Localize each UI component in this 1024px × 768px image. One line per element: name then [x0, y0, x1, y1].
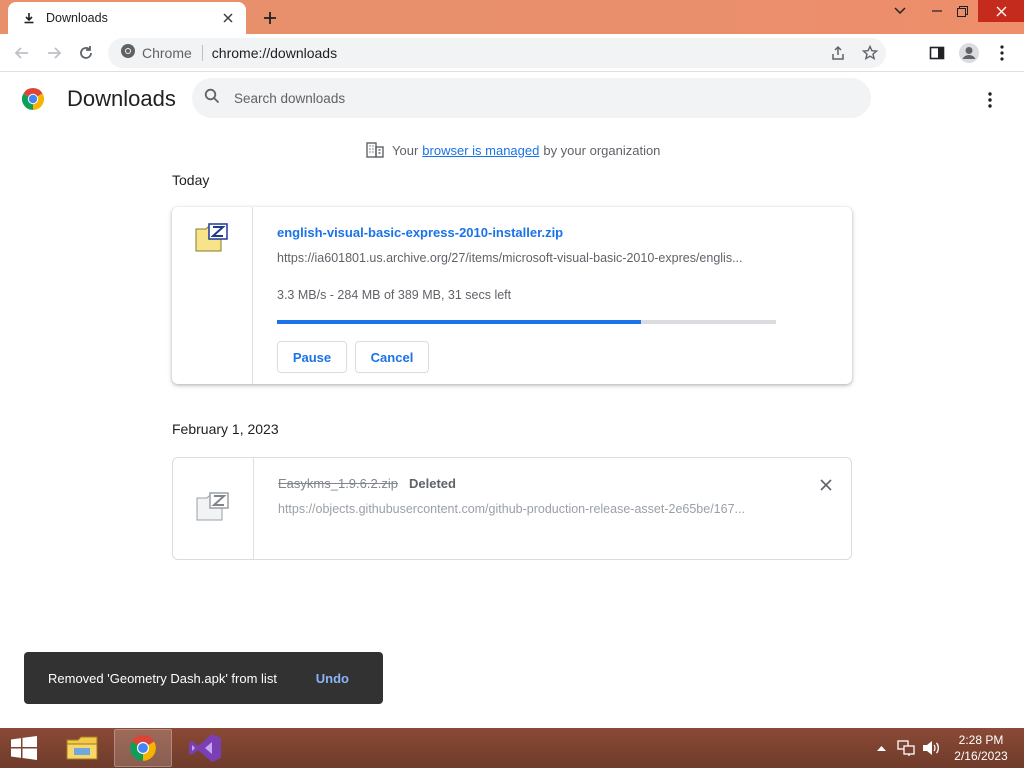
tab-search-chevron-icon[interactable]: [883, 0, 917, 22]
toast-notification: Removed 'Geometry Dash.apk' from list Un…: [24, 652, 383, 704]
download-file-name: Easykms_1.9.6.2.zip: [278, 476, 398, 491]
download-file-name[interactable]: english-visual-basic-express-2010-instal…: [277, 225, 563, 240]
forward-button[interactable]: [40, 39, 68, 67]
close-window-button[interactable]: [978, 0, 1024, 22]
side-panel-icon[interactable]: [923, 39, 951, 67]
toast-message: Removed 'Geometry Dash.apk' from list: [48, 670, 277, 686]
download-item-deleted: Easykms_1.9.6.2.zip Deleted https://obje…: [172, 457, 852, 560]
zip-file-icon: [195, 223, 229, 253]
zip-file-icon-grey: [196, 492, 230, 522]
page-title: Downloads: [67, 86, 176, 111]
restore-button[interactable]: [945, 0, 979, 22]
share-icon[interactable]: [822, 38, 854, 68]
clock-date: 2/16/2023: [954, 749, 1008, 763]
file-icon-column: [173, 458, 254, 559]
back-button[interactable]: [8, 39, 36, 67]
new-tab-button[interactable]: [258, 6, 282, 30]
file-icon-column: [172, 207, 253, 384]
chrome-site-icon: [120, 43, 136, 64]
managed-notice: Your browser is managed by your organiza…: [366, 140, 660, 160]
chrome-logo-icon: [21, 87, 45, 111]
bookmark-star-icon[interactable]: [854, 38, 886, 68]
file-explorer-icon[interactable]: [53, 729, 111, 767]
managed-suffix: by your organization: [543, 142, 661, 158]
progress-bar: [277, 320, 776, 324]
progress-bar-fill: [277, 320, 642, 324]
undo-button[interactable]: Undo: [316, 671, 349, 686]
cancel-button[interactable]: Cancel: [355, 341, 429, 373]
remove-from-list-icon[interactable]: [816, 475, 836, 495]
close-tab-icon[interactable]: [220, 10, 236, 26]
volume-icon[interactable]: [919, 728, 943, 768]
profile-avatar-icon[interactable]: [955, 39, 983, 67]
download-status: 3.3 MB/s - 284 MB of 389 MB, 31 secs lef…: [277, 288, 512, 302]
download-item-active: english-visual-basic-express-2010-instal…: [172, 207, 852, 384]
clock-time: 2:28 PM: [958, 733, 1004, 747]
taskbar: 2:28 PM 2/16/2023: [0, 728, 1024, 768]
url-text[interactable]: chrome://downloads: [212, 45, 337, 61]
downloads-header: Downloads: [0, 72, 1024, 128]
system-clock[interactable]: 2:28 PM 2/16/2023: [948, 732, 1014, 764]
address-bar[interactable]: Chrome chrome://downloads: [108, 38, 886, 68]
more-actions-icon[interactable]: [976, 86, 1004, 114]
visual-studio-icon[interactable]: [176, 729, 234, 767]
title-bar: Downloads: [0, 0, 1024, 34]
omnibox-divider: [201, 45, 203, 61]
building-icon: [366, 142, 384, 158]
windows-start-icon[interactable]: [0, 728, 48, 768]
managed-link[interactable]: browser is managed: [422, 143, 539, 158]
download-url[interactable]: https://objects.githubusercontent.com/gi…: [278, 502, 778, 516]
managed-prefix: Your: [392, 142, 419, 158]
chrome-menu-icon[interactable]: [988, 39, 1016, 67]
pause-button[interactable]: Pause: [277, 341, 347, 373]
chrome-taskbar-icon[interactable]: [114, 729, 172, 767]
search-input[interactable]: [234, 90, 834, 106]
site-label: Chrome: [142, 45, 192, 61]
tray-overflow-icon[interactable]: [872, 728, 890, 768]
download-icon: [22, 11, 36, 25]
reload-button[interactable]: [72, 39, 100, 67]
search-bar[interactable]: [192, 78, 871, 118]
tab-downloads[interactable]: Downloads: [8, 2, 246, 34]
deleted-tag: Deleted: [409, 476, 456, 491]
browser-toolbar: Chrome chrome://downloads: [0, 34, 1024, 72]
search-icon: [204, 88, 220, 109]
download-url[interactable]: https://ia601801.us.archive.org/27/items…: [277, 251, 777, 265]
tab-title: Downloads: [46, 11, 108, 25]
network-icon[interactable]: [894, 728, 918, 768]
date-heading-today: Today: [172, 172, 210, 188]
date-heading-earlier: February 1, 2023: [172, 421, 279, 437]
